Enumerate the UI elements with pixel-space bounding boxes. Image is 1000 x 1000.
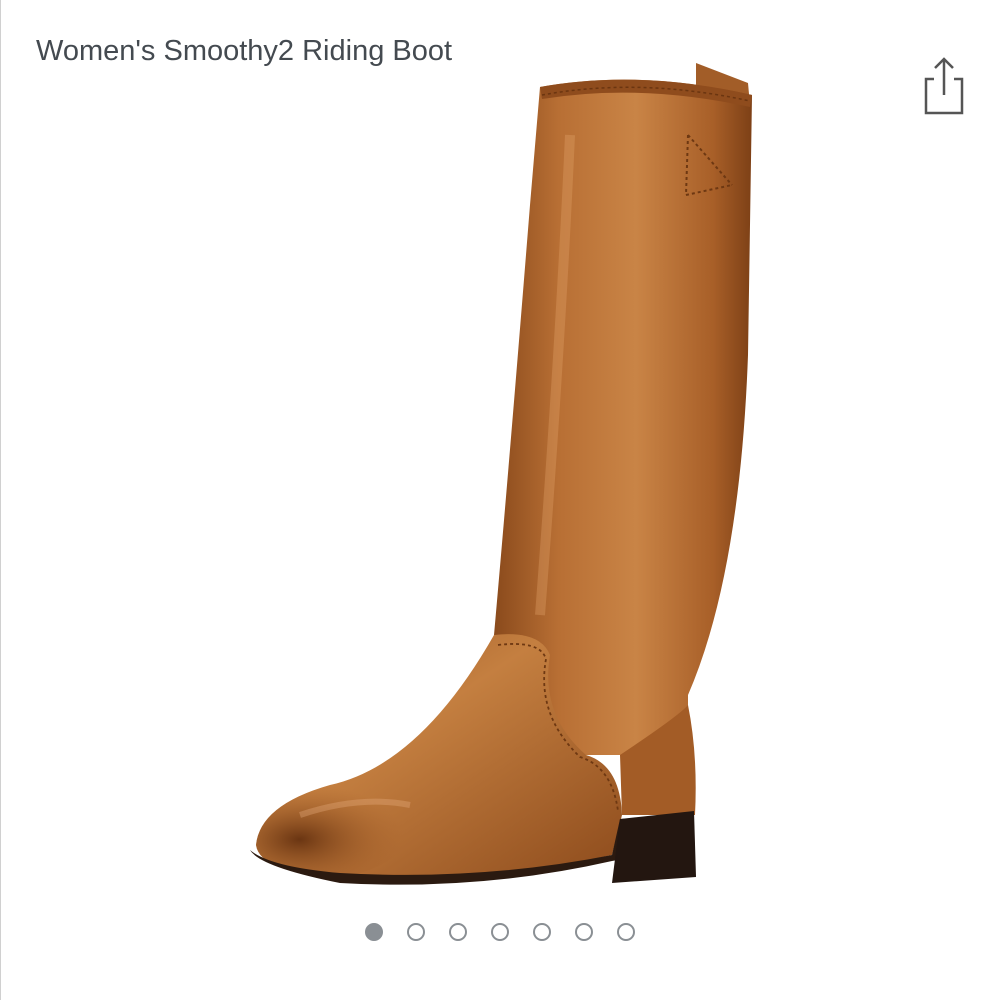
riding-boot-image xyxy=(250,63,752,885)
share-icon xyxy=(924,57,964,115)
image-dot-1[interactable] xyxy=(365,923,383,941)
image-dot-7[interactable] xyxy=(617,923,635,941)
product-image[interactable] xyxy=(240,55,760,905)
share-button[interactable] xyxy=(918,55,970,117)
image-pagination xyxy=(0,923,1000,947)
image-dot-2[interactable] xyxy=(407,923,425,941)
image-dot-3[interactable] xyxy=(449,923,467,941)
left-edge-line xyxy=(0,0,1,1000)
image-dot-6[interactable] xyxy=(575,923,593,941)
image-dot-4[interactable] xyxy=(491,923,509,941)
image-dot-5[interactable] xyxy=(533,923,551,941)
